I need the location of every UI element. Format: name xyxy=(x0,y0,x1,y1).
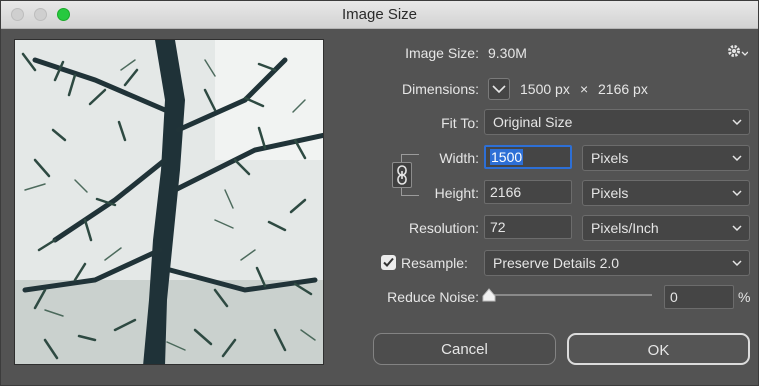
image-preview[interactable] xyxy=(14,39,324,365)
height-input[interactable]: 2166 xyxy=(484,180,572,204)
checkmark-icon xyxy=(383,257,394,267)
resample-method-value: Preserve Details 2.0 xyxy=(493,255,620,271)
resample-method-dropdown[interactable]: Preserve Details 2.0 xyxy=(484,250,750,276)
chevron-down-icon xyxy=(732,119,742,126)
resample-label: Resample: xyxy=(401,255,468,271)
height-unit-value: Pixels xyxy=(591,185,629,201)
resample-checkbox[interactable] xyxy=(381,255,396,270)
resolution-label: Resolution: xyxy=(408,220,479,236)
image-size-dialog: Image Size Image Size: 9.30M Dimensions:… xyxy=(0,0,759,386)
dimensions-height-value: 2166 px xyxy=(598,81,648,97)
chevron-down-icon xyxy=(732,260,742,267)
resolution-unit-value: Pixels/Inch xyxy=(591,220,659,236)
chevron-down-icon xyxy=(732,225,742,232)
ok-button[interactable]: OK xyxy=(567,333,750,365)
width-unit-value: Pixels xyxy=(591,150,629,166)
fit-to-value: Original Size xyxy=(493,114,573,130)
title-bar: Image Size xyxy=(1,1,758,29)
window-title: Image Size xyxy=(341,6,418,23)
resolution-unit-dropdown[interactable]: Pixels/Inch xyxy=(582,215,750,241)
resolution-value: 72 xyxy=(490,219,506,235)
dimensions-times-sign: × xyxy=(580,81,589,97)
width-input[interactable]: 1500 xyxy=(484,145,572,169)
width-value: 1500 xyxy=(490,149,524,165)
dimensions-width-value: 1500 px xyxy=(520,81,570,97)
gear-icon[interactable] xyxy=(726,43,749,61)
dimensions-label: Dimensions: xyxy=(401,81,479,97)
image-size-label: Image Size: xyxy=(405,45,479,61)
image-size-value: 9.30M xyxy=(488,45,527,61)
chevron-down-icon xyxy=(492,85,506,94)
reduce-noise-input[interactable]: 0 xyxy=(664,285,734,309)
preview-image xyxy=(15,40,323,364)
height-label: Height: xyxy=(434,185,479,201)
height-value: 2166 xyxy=(490,184,522,200)
dimensions-units-toggle[interactable] xyxy=(488,78,510,100)
height-unit-dropdown[interactable]: Pixels xyxy=(582,180,750,206)
reduce-noise-slider-track[interactable] xyxy=(489,294,652,296)
fit-to-dropdown[interactable]: Original Size xyxy=(484,109,750,135)
chevron-down-icon xyxy=(732,190,742,197)
fit-to-label: Fit To: xyxy=(441,115,479,131)
reduce-noise-unit: % xyxy=(738,289,751,305)
cancel-button-label: Cancel xyxy=(441,341,488,358)
reduce-noise-label: Reduce Noise: xyxy=(387,289,479,305)
cancel-button[interactable]: Cancel xyxy=(373,333,556,365)
chevron-down-icon xyxy=(732,155,742,162)
width-label: Width: xyxy=(439,150,479,166)
reduce-noise-value: 0 xyxy=(670,289,678,305)
chain-link-icon[interactable] xyxy=(392,162,412,188)
resolution-input[interactable]: 72 xyxy=(484,215,572,239)
ok-button-label: OK xyxy=(647,342,670,359)
width-unit-dropdown[interactable]: Pixels xyxy=(582,145,750,171)
reduce-noise-slider-thumb[interactable] xyxy=(482,288,496,302)
